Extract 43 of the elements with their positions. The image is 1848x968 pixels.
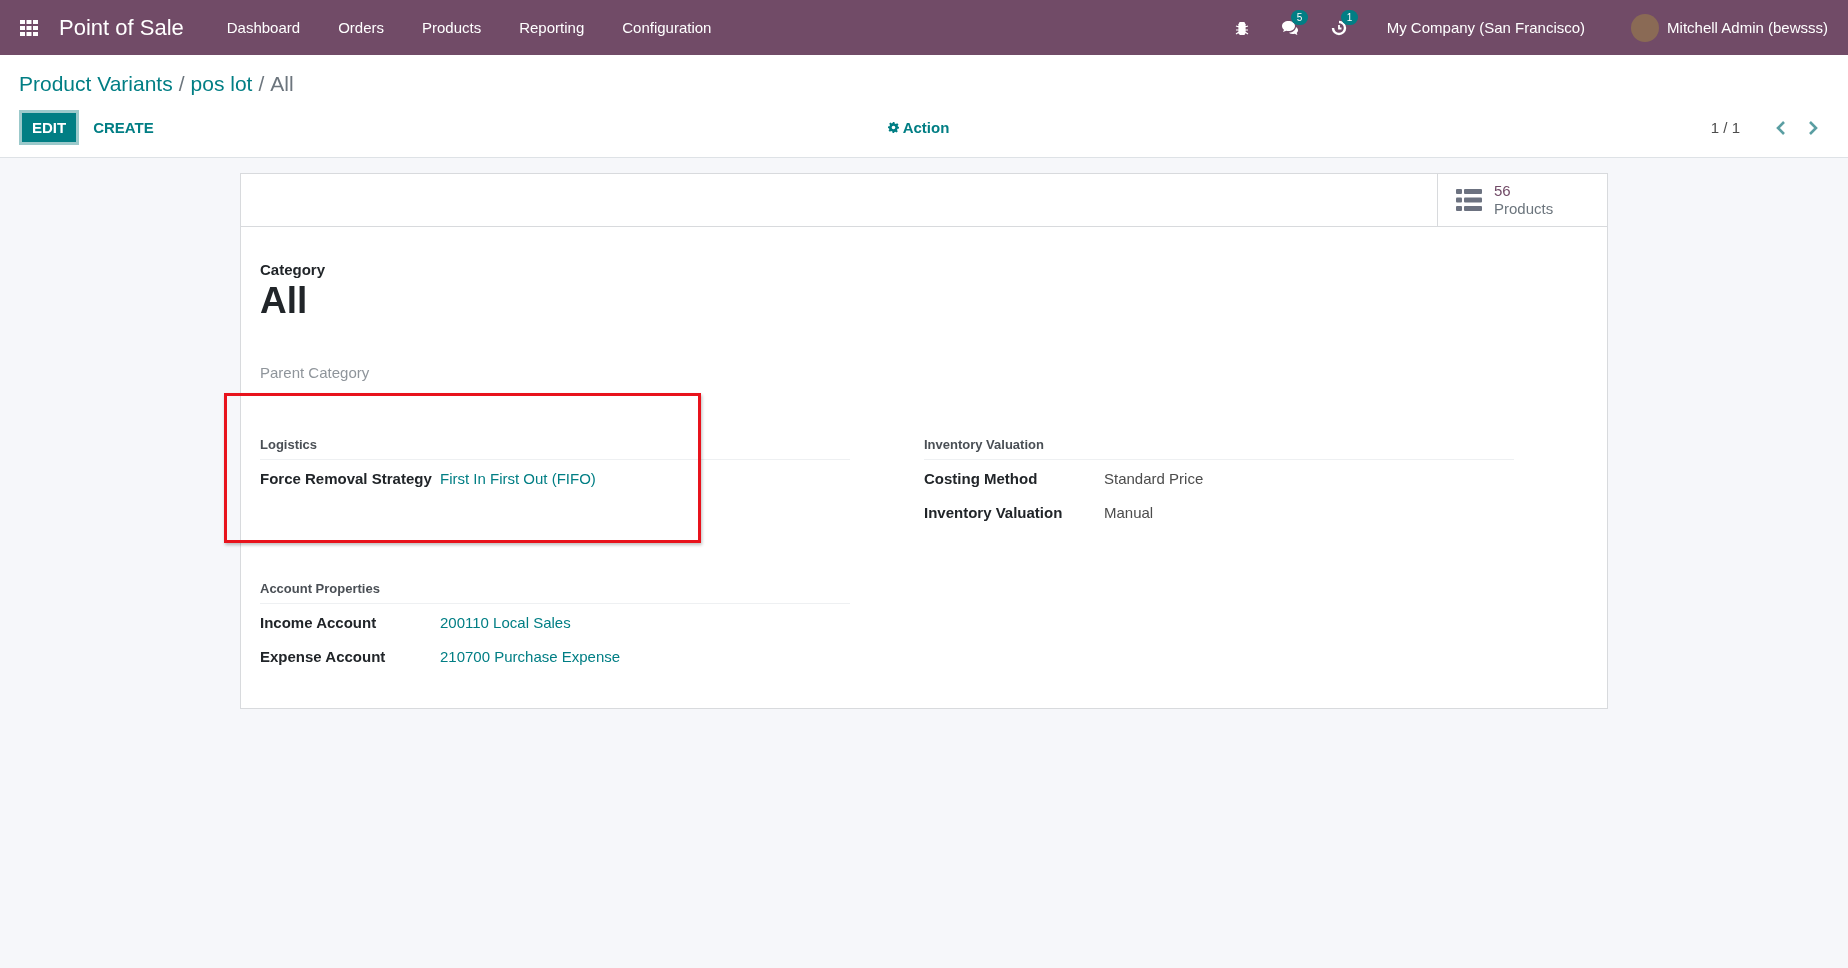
- breadcrumb-link[interactable]: Product Variants: [19, 72, 173, 96]
- field-label: Inventory Valuation: [924, 504, 1064, 521]
- create-button[interactable]: CREATE: [83, 110, 164, 145]
- previous-icon[interactable]: [1776, 120, 1786, 135]
- breadcrumb-current: All: [270, 72, 294, 96]
- menu-item[interactable]: Products: [422, 19, 482, 36]
- breadcrumb-link[interactable]: pos lot: [190, 72, 253, 96]
- menu-item[interactable]: Orders: [338, 19, 384, 36]
- user-menu[interactable]: Mitchell Admin (bewsss): [1667, 19, 1828, 36]
- parent-category-field: Parent Category: [260, 364, 1588, 381]
- field-value-link[interactable]: 210700 Purchase Expense: [440, 648, 621, 665]
- clock-icon[interactable]: [1330, 19, 1347, 36]
- field-label: Costing Method: [924, 470, 1039, 487]
- group-title: Inventory Valuation: [924, 437, 1514, 460]
- menu-item[interactable]: Configuration: [622, 19, 712, 36]
- menu-item[interactable]: Dashboard: [226, 19, 301, 36]
- field-value-link[interactable]: First In First Out (FIFO): [440, 470, 596, 487]
- field-value: Standard Price: [1104, 470, 1204, 487]
- activity-count-badge: 1: [1340, 9, 1359, 25]
- pager-counter: 1 / 1: [1710, 119, 1740, 136]
- gear-icon: [887, 122, 899, 133]
- app-title[interactable]: Point of Sale: [59, 14, 184, 41]
- company-switcher[interactable]: My Company (San Francisco): [1386, 19, 1586, 36]
- field-label: Force Removal Strategy: [260, 470, 433, 487]
- next-icon[interactable]: [1808, 120, 1818, 135]
- action-button[interactable]: Action: [883, 113, 954, 142]
- breadcrumb-separator: /: [178, 72, 185, 96]
- field-value-link[interactable]: 200110 Local Sales: [440, 614, 571, 631]
- menu-item[interactable]: Reporting: [519, 19, 585, 36]
- group-title: Account Properties: [260, 581, 850, 604]
- list-icon: [1456, 189, 1482, 211]
- field-value: Manual: [1104, 504, 1154, 521]
- edit-button[interactable]: EDIT: [19, 110, 80, 145]
- field-label: Category: [260, 261, 327, 278]
- group-title: Logistics: [260, 437, 850, 460]
- field-label: Expense Account: [260, 648, 387, 665]
- chat-icon[interactable]: [1280, 19, 1299, 36]
- field-label: Income Account: [260, 614, 378, 631]
- breadcrumb-separator: /: [258, 72, 265, 96]
- category-name: All: [260, 280, 309, 322]
- message-count-badge: 5: [1290, 9, 1309, 25]
- app-grid-icon[interactable]: [20, 19, 38, 36]
- bug-icon[interactable]: [1234, 20, 1249, 35]
